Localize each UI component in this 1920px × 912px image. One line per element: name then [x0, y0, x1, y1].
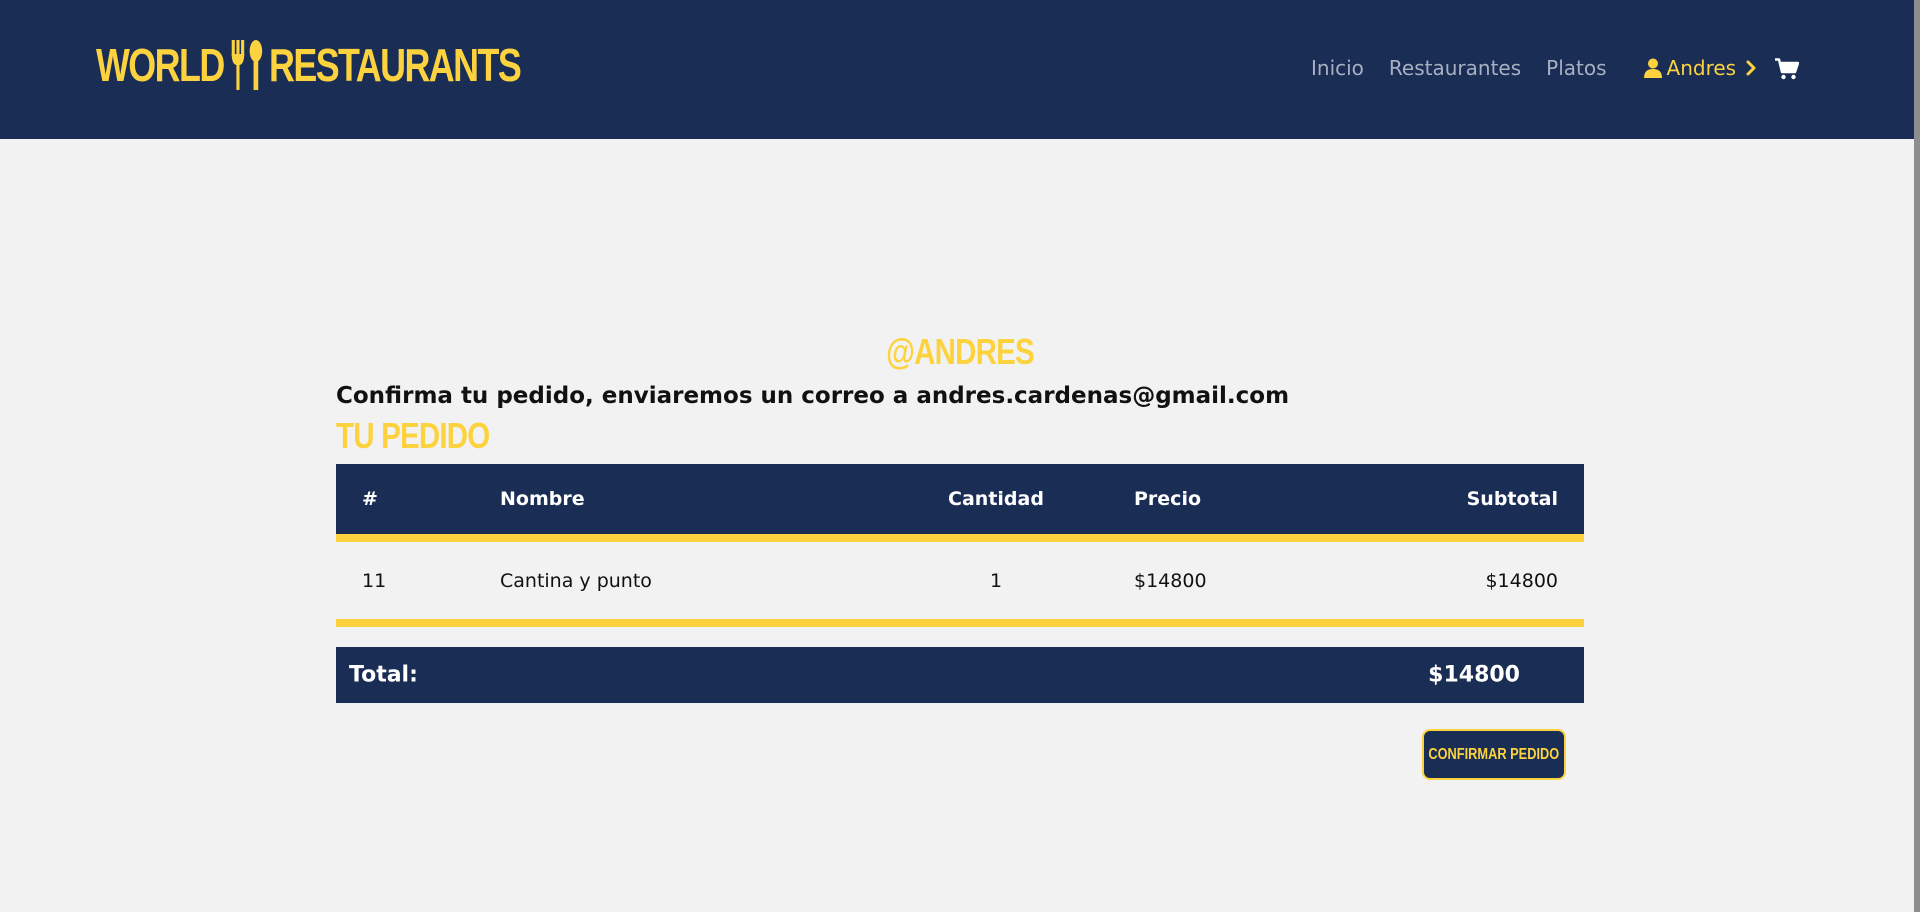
header-qty: Cantidad [948, 488, 1044, 510]
nav-link-platos[interactable]: Platos [1546, 56, 1606, 80]
order-table-header: # Nombre Cantidad Precio Subtotal [336, 464, 1584, 542]
nav-link-inicio[interactable]: Inicio [1311, 56, 1364, 80]
header-subtotal: Subtotal [1466, 488, 1558, 510]
username-heading: @ANDRES [886, 331, 1035, 372]
header-price: Precio [1134, 488, 1202, 510]
row-subtotal: $14800 [1485, 569, 1558, 592]
row-name: Cantina y punto [500, 569, 652, 592]
main-nav: Inicio Restaurantes Platos Andres [1311, 56, 1756, 80]
total-label: Total: [349, 662, 418, 688]
user-icon [1643, 58, 1662, 78]
brand-logo[interactable]: WORLD RESTAURANTS [96, 38, 522, 92]
confirm-message: Confirma tu pedido, enviaremos un correo… [336, 383, 1290, 409]
chevron-right-icon [1746, 60, 1756, 76]
brand-name-left: WORLD [96, 39, 225, 91]
user-name: Andres [1666, 56, 1737, 80]
confirm-order-button[interactable]: CONFIRMAR PEDIDO [1422, 729, 1566, 780]
row-num: 11 [362, 569, 387, 592]
brand-name-right: RESTAURANTS [268, 39, 522, 91]
header-name: Nombre [500, 488, 585, 510]
top-navbar: WORLD RESTAURANTS Inicio Restaurantes Pl… [0, 0, 1914, 139]
header-num: # [362, 488, 378, 510]
order-section-title: TU PEDIDO [336, 415, 490, 456]
order-table: # Nombre Cantidad Precio Subtotal 11 Can… [336, 464, 1584, 627]
total-bar: Total: $14800 [336, 647, 1584, 703]
confirm-order-label: CONFIRMAR PEDIDO [1428, 745, 1560, 763]
table-row: 11 Cantina y punto 1 $14800 $14800 [336, 542, 1584, 627]
scrollbar-thumb[interactable] [1914, 0, 1920, 912]
nav-link-restaurantes[interactable]: Restaurantes [1389, 56, 1521, 80]
total-value: $14800 [1428, 662, 1520, 688]
scrollbar[interactable] [1914, 0, 1920, 912]
row-price: $14800 [1134, 569, 1207, 592]
shopping-cart-icon[interactable] [1775, 58, 1799, 80]
fork-spoon-icon [230, 40, 264, 90]
row-qty: 1 [989, 569, 1003, 592]
user-menu[interactable]: Andres [1643, 56, 1757, 80]
